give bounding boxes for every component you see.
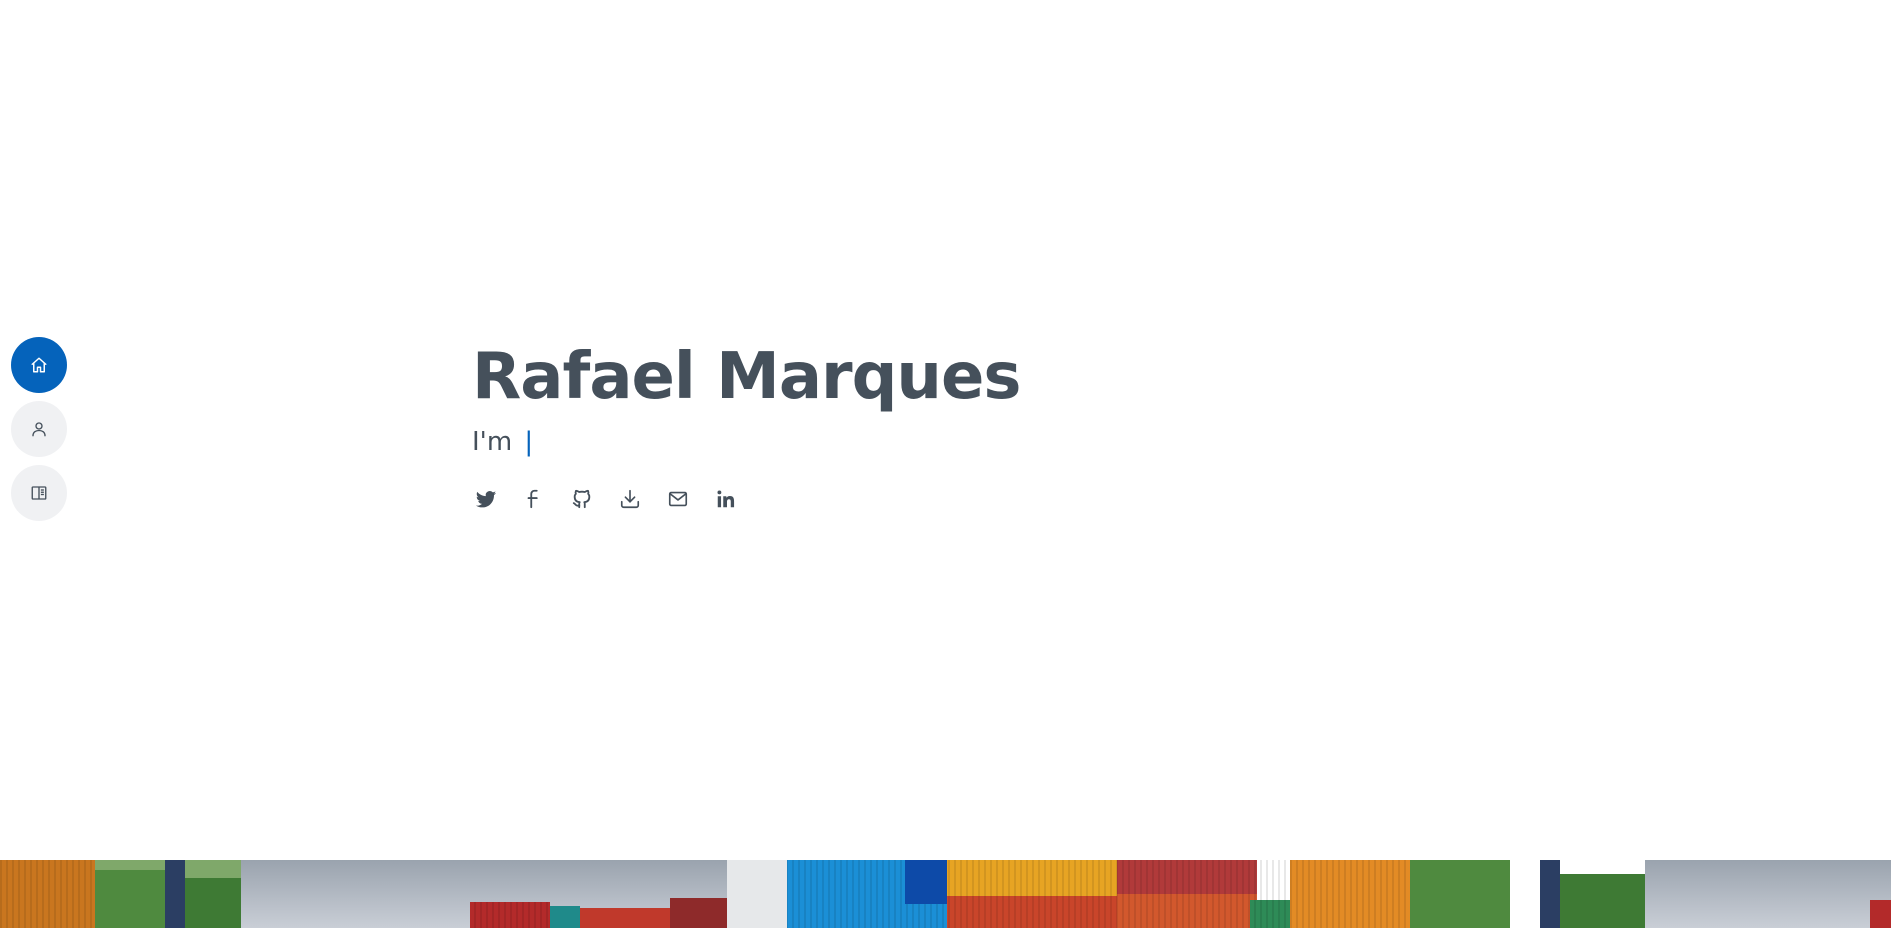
email-link[interactable] [664, 485, 692, 513]
hero-subtitle-prefix: I'm [472, 427, 513, 457]
typing-cursor: | [524, 427, 534, 457]
nav-about-button[interactable] [11, 401, 67, 457]
facebook-link[interactable] [520, 485, 548, 513]
background-photo-strip [0, 860, 1891, 928]
hero-name: Rafael Marques [472, 340, 1021, 414]
linkedin-link[interactable] [712, 485, 740, 513]
facebook-icon [527, 489, 538, 509]
side-navigation [11, 337, 67, 529]
twitter-link[interactable] [472, 485, 500, 513]
home-icon [31, 357, 47, 373]
hero-subtitle: I'm | [472, 425, 1020, 459]
twitter-icon [475, 491, 497, 508]
book-icon [31, 486, 47, 500]
download-link[interactable] [616, 485, 644, 513]
page: Rafael Marques I'm | [0, 0, 1891, 928]
download-icon [620, 489, 640, 509]
social-links [472, 485, 1020, 513]
nav-home-button[interactable] [11, 337, 67, 393]
nav-resume-button[interactable] [11, 465, 67, 521]
envelope-icon [668, 491, 688, 507]
shipping-containers-photo [0, 860, 1891, 928]
person-icon [32, 422, 46, 437]
github-link[interactable] [568, 485, 596, 513]
linkedin-icon [717, 490, 735, 508]
github-icon [572, 489, 591, 509]
hero-section: Rafael Marques I'm | [472, 333, 1021, 513]
